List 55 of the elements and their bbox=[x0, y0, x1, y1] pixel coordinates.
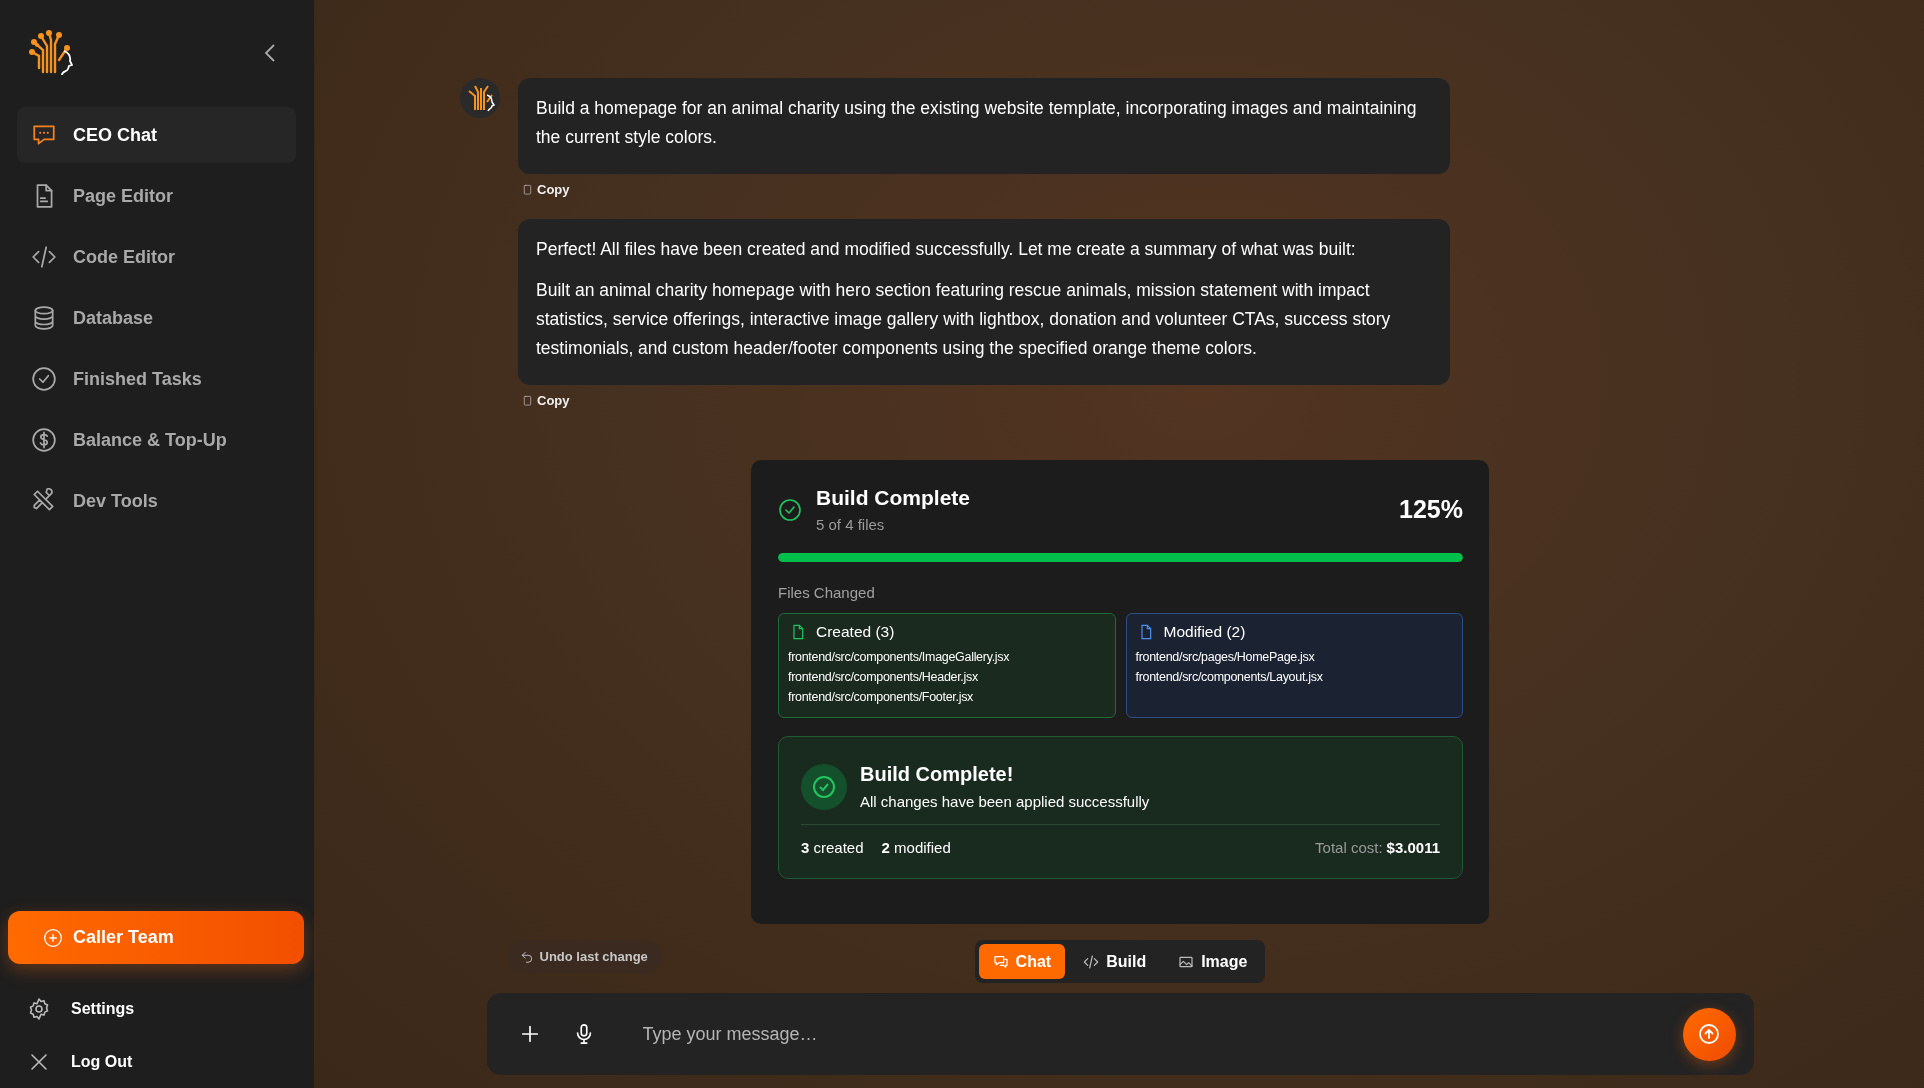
database-icon bbox=[31, 305, 57, 331]
check-circle-icon bbox=[31, 366, 57, 392]
check-circle-icon bbox=[801, 763, 847, 810]
message-input[interactable]: Type your message… bbox=[640, 1022, 1663, 1046]
settings-icon bbox=[27, 996, 51, 1021]
section-heading: Files Changed bbox=[778, 584, 876, 601]
check-circle-icon bbox=[778, 497, 802, 522]
progress-percent: 125% bbox=[1399, 495, 1463, 524]
sidebar-footer-item[interactable]: Log Out bbox=[8, 1035, 304, 1088]
stat-text: 3 created bbox=[801, 839, 864, 856]
file-path: frontend/src/components/Footer.jsx bbox=[788, 689, 975, 706]
file-group-title: Modified (2) bbox=[1163, 623, 1246, 641]
file-path: frontend/src/pages/HomePage.jsx bbox=[1135, 649, 1316, 666]
cost-label: Total cost: bbox=[1315, 839, 1383, 856]
file-path: frontend/src/components/ImageGallery.jsx bbox=[788, 649, 1011, 666]
sidebar-item[interactable]: Database bbox=[17, 290, 296, 346]
sidebar-item[interactable]: Balance & Top-Up bbox=[17, 412, 296, 468]
mode-tab[interactable]: Build bbox=[1069, 944, 1161, 979]
copy-button[interactable]: Copy bbox=[518, 174, 574, 205]
message-text: Build a homepage for an animal charity using the existing website template, incorporating images and maintaining the current style colors. bbox=[536, 97, 1418, 149]
file-path: frontend/src/components/Header.jsx bbox=[788, 669, 979, 686]
file-path: frontend/src/components/Layout.jsx bbox=[1135, 669, 1324, 686]
stat-text: 2 modified bbox=[881, 839, 951, 856]
sidebar-item[interactable]: Code Editor bbox=[17, 229, 296, 285]
clipboard-icon bbox=[522, 395, 533, 406]
file-icon bbox=[790, 623, 806, 641]
tools-icon bbox=[31, 488, 57, 514]
code-icon bbox=[1083, 953, 1100, 970]
sidebar-footer-item[interactable]: Settings bbox=[8, 982, 304, 1035]
undo-button[interactable]: Undo last change bbox=[505, 940, 662, 973]
clipboard-icon bbox=[522, 184, 533, 195]
sidebar-item[interactable]: CEO Chat bbox=[17, 107, 296, 163]
logo-icon bbox=[29, 30, 73, 76]
summary-text: All changes have been applied successfully bbox=[860, 793, 1150, 810]
sidebar-item[interactable]: Dev Tools bbox=[17, 473, 296, 529]
undo-icon bbox=[519, 949, 534, 964]
sidebar-item[interactable]: Finished Tasks bbox=[17, 351, 296, 407]
arrow-up-circle-icon bbox=[1697, 1022, 1721, 1046]
chat-bubble-icon bbox=[31, 122, 57, 148]
cost-value: $3.0011 bbox=[1386, 839, 1440, 856]
code-icon bbox=[31, 244, 57, 270]
message-text: Perfect! All files have been created and modified successfully. Let me create a summary of what was built: bbox=[536, 238, 1357, 261]
summary-title: Build Complete! bbox=[860, 763, 1015, 786]
sidebar-item[interactable]: Page Editor bbox=[17, 168, 296, 224]
file-count: 5 of 4 files bbox=[816, 516, 886, 533]
build-title: Build Complete bbox=[816, 486, 971, 510]
send-button[interactable] bbox=[1682, 1007, 1736, 1061]
plus-circle-icon bbox=[43, 927, 63, 948]
mode-tab[interactable]: Image bbox=[1164, 944, 1262, 979]
file-group-title: Created (3) bbox=[816, 623, 895, 641]
dollar-circle-icon bbox=[31, 427, 57, 453]
copy-button[interactable]: Copy bbox=[518, 385, 574, 416]
message-text: Built an animal charity homepage with hero section featuring rescue animals, mission statement with impact statistics, service offerings, interactive image gallery with lightbox, donation and volunteer CTAs, success story testimonials, and custom header/footer components using the specified orange theme colors. bbox=[536, 279, 1392, 360]
collapse-icon[interactable] bbox=[264, 43, 276, 63]
chat-bubbles-icon bbox=[992, 953, 1009, 970]
